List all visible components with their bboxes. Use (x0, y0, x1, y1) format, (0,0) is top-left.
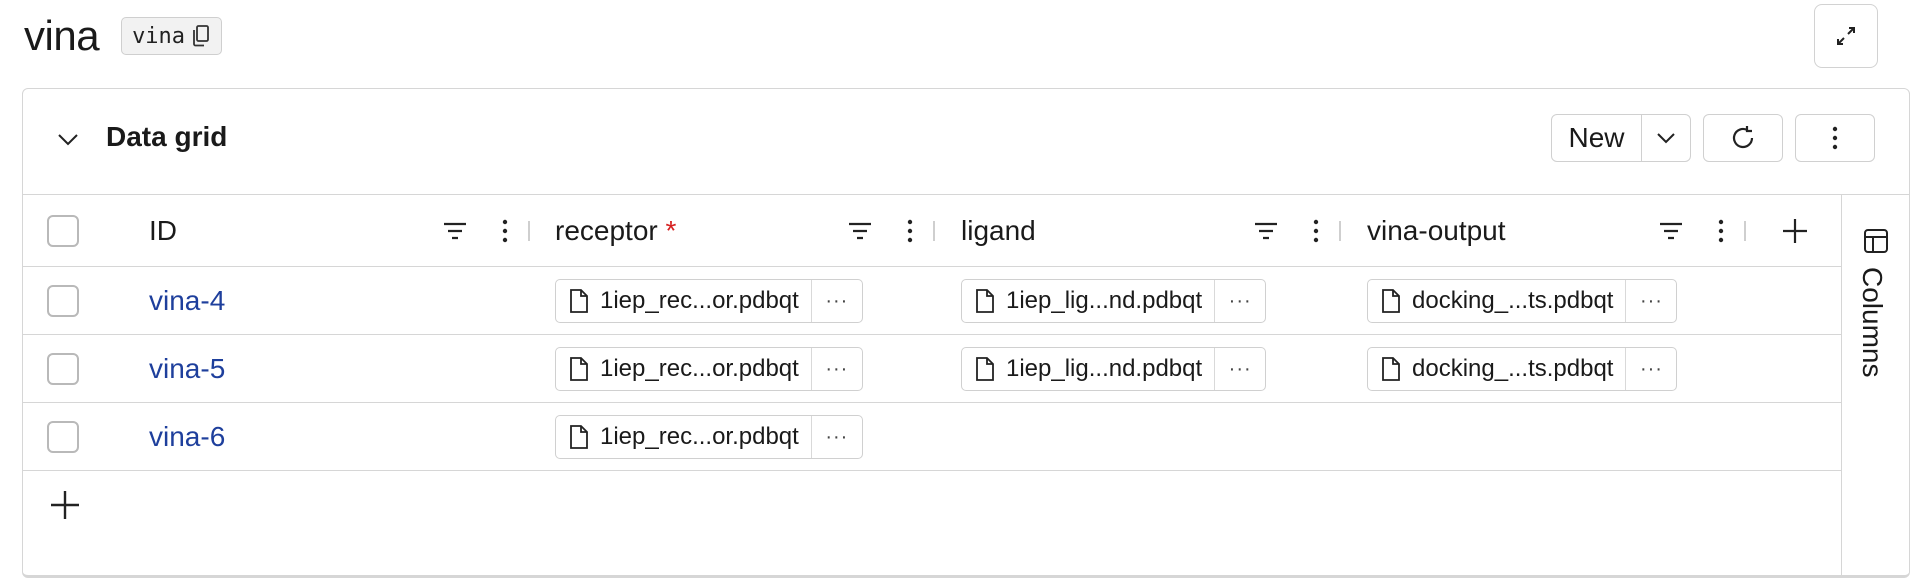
panel-header: Data grid New (23, 89, 1909, 195)
file-chip-receptor: 1iep_rec...or.pdbqt ··· (555, 415, 863, 459)
file-chip-vina-output: docking_...ts.pdbqt ··· (1367, 347, 1678, 391)
columns-side-panel-toggle[interactable]: Columns (1841, 195, 1909, 575)
file-chip-vina-output: docking_...ts.pdbqt ··· (1367, 279, 1678, 323)
file-more-button[interactable]: ··· (812, 416, 862, 458)
file-link[interactable]: 1iep_rec...or.pdbqt (556, 348, 812, 390)
expand-icon (1837, 27, 1855, 45)
file-name: 1iep_rec...or.pdbqt (600, 287, 799, 314)
column-resize-handle[interactable] (933, 221, 935, 241)
file-more-button[interactable]: ··· (1626, 348, 1676, 390)
file-name: 1iep_lig...nd.pdbqt (1006, 287, 1203, 314)
file-icon (570, 425, 588, 449)
file-more-button[interactable]: ··· (1215, 280, 1265, 322)
file-more-button[interactable]: ··· (1626, 280, 1676, 322)
table-row: vina-4 1iep_rec...or.pdbqt ··· 1iep_lig.… (23, 267, 1841, 335)
row-id-link[interactable]: vina-5 (149, 353, 225, 385)
data-grid: ID receptor * ligand vina-output vina-4 … (23, 195, 1841, 471)
column-resize-handle[interactable] (1744, 221, 1746, 241)
more-vertical-icon[interactable] (1302, 217, 1330, 245)
file-icon (570, 357, 588, 381)
add-column-plus-icon[interactable] (1779, 215, 1811, 247)
column-header-ligand[interactable]: ligand (961, 215, 1036, 247)
file-icon (570, 289, 588, 313)
chevron-down-icon[interactable] (55, 127, 81, 153)
filter-icon[interactable] (1252, 217, 1280, 245)
table-row: vina-6 1iep_rec...or.pdbqt ··· (23, 403, 1841, 471)
data-grid-panel: Data grid New ID receptor * ligand vina-… (22, 88, 1910, 578)
column-header-id[interactable]: ID (149, 215, 177, 247)
chevron-down-icon (1657, 133, 1675, 144)
grid-header: ID receptor * ligand vina-output (23, 195, 1841, 267)
more-vertical-icon (1832, 126, 1838, 150)
file-chip-ligand: 1iep_lig...nd.pdbqt ··· (961, 279, 1267, 323)
file-name: 1iep_lig...nd.pdbqt (1006, 355, 1203, 382)
panel-title: Data grid (106, 121, 228, 152)
row-checkbox[interactable] (47, 353, 79, 385)
new-button[interactable]: New (1552, 115, 1642, 161)
column-resize-handle[interactable] (528, 221, 530, 241)
file-more-button[interactable]: ··· (812, 348, 862, 390)
file-icon (976, 289, 994, 313)
file-icon (976, 357, 994, 381)
file-link[interactable]: docking_...ts.pdbqt (1368, 348, 1627, 390)
new-dropdown-button[interactable] (1642, 115, 1690, 161)
file-name: 1iep_rec...or.pdbqt (600, 355, 799, 382)
filter-icon[interactable] (1657, 217, 1685, 245)
more-vertical-icon[interactable] (896, 217, 924, 245)
file-name: docking_...ts.pdbqt (1412, 287, 1614, 314)
more-vertical-icon[interactable] (491, 217, 519, 245)
copy-tag[interactable]: vina (121, 17, 223, 55)
column-header-receptor[interactable]: receptor * (555, 215, 676, 247)
filter-icon[interactable] (846, 217, 874, 245)
file-chip-receptor: 1iep_rec...or.pdbqt ··· (555, 347, 863, 391)
expand-button[interactable] (1814, 4, 1878, 68)
file-chip-receptor: 1iep_rec...or.pdbqt ··· (555, 279, 863, 323)
file-more-button[interactable]: ··· (1215, 348, 1265, 390)
file-link[interactable]: 1iep_lig...nd.pdbqt (962, 280, 1216, 322)
file-name: 1iep_rec...or.pdbqt (600, 423, 799, 450)
copy-icon (193, 25, 209, 47)
required-marker: * (665, 215, 677, 246)
file-more-button[interactable]: ··· (812, 280, 862, 322)
row-checkbox[interactable] (47, 421, 79, 453)
column-header-vina-output[interactable]: vina-output (1367, 215, 1506, 247)
more-options-button[interactable] (1795, 114, 1875, 162)
column-label: receptor (555, 215, 658, 246)
file-name: docking_...ts.pdbqt (1412, 355, 1614, 382)
title-row: vina vina (24, 8, 223, 64)
file-link[interactable]: docking_...ts.pdbqt (1368, 280, 1627, 322)
new-button-group: New (1551, 114, 1691, 162)
table-row: vina-5 1iep_rec...or.pdbqt ··· 1iep_lig.… (23, 335, 1841, 403)
refresh-icon (1732, 126, 1754, 149)
file-icon (1382, 289, 1400, 313)
page-title: vina (24, 12, 100, 59)
filter-icon[interactable] (441, 217, 469, 245)
file-link[interactable]: 1iep_rec...or.pdbqt (556, 280, 812, 322)
row-checkbox[interactable] (47, 285, 79, 317)
column-resize-handle[interactable] (1339, 221, 1341, 241)
more-vertical-icon[interactable] (1707, 217, 1735, 245)
refresh-button[interactable] (1703, 114, 1783, 162)
file-chip-ligand: 1iep_lig...nd.pdbqt ··· (961, 347, 1267, 391)
row-id-link[interactable]: vina-4 (149, 285, 225, 317)
file-icon (1382, 357, 1400, 381)
columns-label: Columns (1857, 267, 1888, 378)
add-row-plus-icon[interactable] (47, 487, 83, 523)
select-all-checkbox[interactable] (47, 215, 79, 247)
file-link[interactable]: 1iep_lig...nd.pdbqt (962, 348, 1216, 390)
row-id-link[interactable]: vina-6 (149, 421, 225, 453)
tag-label: vina (132, 23, 186, 49)
file-link[interactable]: 1iep_rec...or.pdbqt (556, 416, 812, 458)
table-icon (1864, 229, 1888, 253)
